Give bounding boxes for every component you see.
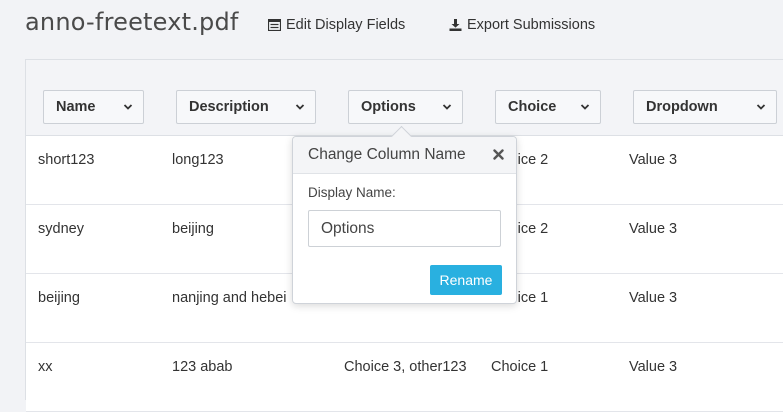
cell-name: xx [38, 359, 53, 375]
cell-options: Choice 3, other123 [344, 359, 467, 375]
table-header: Name Description Options Choice Dropdown [26, 60, 783, 136]
cell-name: short123 [38, 152, 95, 168]
column-header-label: Name [56, 99, 96, 115]
column-header-dropdown[interactable]: Dropdown [633, 90, 777, 124]
export-submissions-label: Export Submissions [467, 17, 596, 33]
chevron-down-icon [442, 104, 452, 110]
column-header-options[interactable]: Options [348, 90, 463, 124]
cell-name: beijing [38, 290, 80, 306]
cell-description: beijing [172, 221, 214, 237]
chevron-down-icon [756, 104, 766, 110]
cell-dropdown: Value 3 [629, 152, 678, 168]
display-name-label: Display Name: [308, 185, 396, 200]
table-row[interactable]: xx 123 abab Choice 3, other123 Choice 1 … [26, 343, 783, 412]
cell-choice: Choice 1 [491, 359, 549, 375]
close-icon[interactable] [493, 149, 504, 160]
cell-name: sydney [38, 221, 84, 237]
cell-dropdown: Value 3 [629, 221, 678, 237]
popover-title: Change Column Name [308, 146, 466, 163]
edit-display-fields-label: Edit Display Fields [286, 17, 406, 33]
column-header-label: Dropdown [646, 99, 718, 115]
rename-button[interactable]: Rename [430, 265, 502, 295]
column-header-choice[interactable]: Choice [495, 90, 601, 124]
column-header-description[interactable]: Description [176, 90, 316, 124]
export-submissions-button[interactable]: Export Submissions [449, 17, 595, 33]
chevron-down-icon [580, 104, 590, 110]
cell-dropdown: Value 3 [629, 359, 678, 375]
column-header-label: Options [361, 99, 416, 115]
cell-description: 123 abab [172, 359, 233, 375]
popover-header: Change Column Name [293, 137, 516, 174]
edit-display-fields-button[interactable]: Edit Display Fields [268, 17, 405, 33]
chevron-down-icon [123, 104, 133, 110]
download-icon [449, 19, 462, 31]
change-column-name-popover: Change Column Name Display Name: Rename [292, 125, 517, 304]
cell-dropdown: Value 3 [629, 290, 678, 306]
display-name-input[interactable] [308, 210, 501, 247]
column-header-label: Choice [508, 99, 557, 115]
list-icon [268, 19, 281, 31]
document-title: anno-freetext.pdf [25, 8, 239, 36]
cell-description: long123 [172, 152, 224, 168]
chevron-down-icon [295, 104, 305, 110]
column-header-name[interactable]: Name [43, 90, 144, 124]
cell-description: nanjing and hebei [172, 290, 287, 306]
column-header-label: Description [189, 99, 269, 115]
